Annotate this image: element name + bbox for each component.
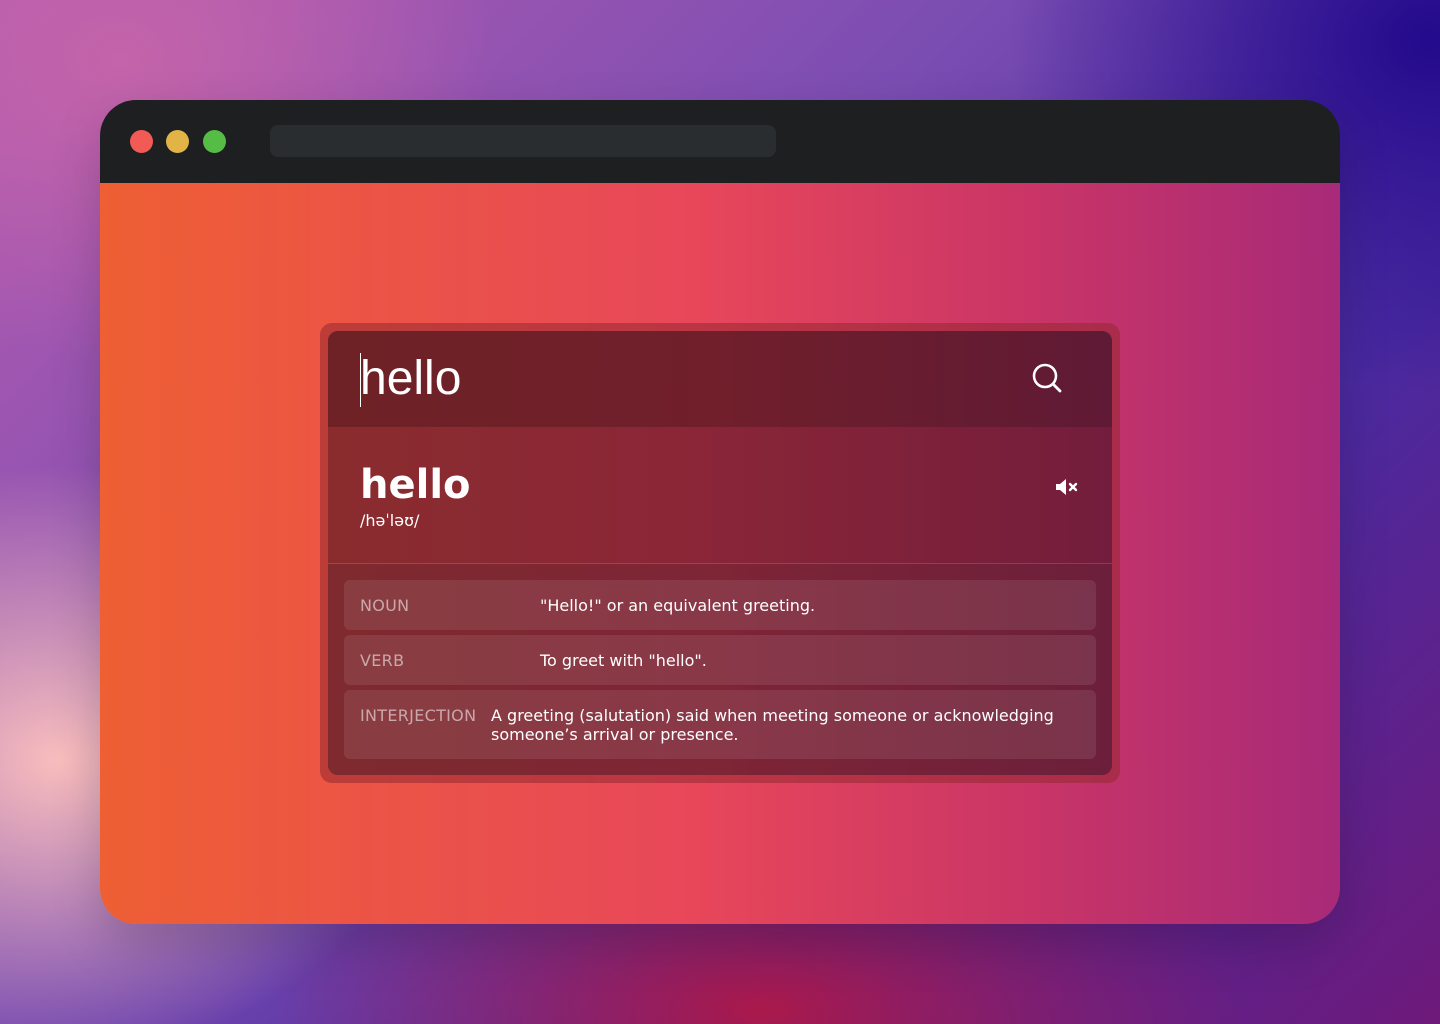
definition-text: A greeting (salutation) said when meetin…	[491, 706, 1054, 744]
word-title: hello	[360, 462, 471, 508]
phonetic-transcription: /həˈləʊ/	[360, 511, 420, 530]
window-titlebar	[100, 100, 1340, 183]
speaker-muted-icon[interactable]	[1052, 475, 1084, 499]
definition-row[interactable]: VERB To greet with "hello".	[344, 635, 1096, 685]
part-of-speech-label: VERB	[360, 651, 405, 670]
definition-text: To greet with "hello".	[540, 651, 707, 670]
dictionary-card: hello /həˈləʊ/ NOUN "Hello!" or an equiv…	[328, 331, 1112, 775]
search-input[interactable]	[360, 351, 960, 407]
address-bar[interactable]	[270, 125, 776, 157]
close-window-button[interactable]	[130, 130, 153, 153]
search-icon[interactable]	[1030, 361, 1064, 395]
dictionary-widget: hello /həˈləʊ/ NOUN "Hello!" or an equiv…	[320, 323, 1120, 783]
definition-text: "Hello!" or an equivalent greeting.	[540, 596, 816, 615]
definition-row[interactable]: NOUN "Hello!" or an equivalent greeting.	[344, 580, 1096, 630]
minimize-window-button[interactable]	[166, 130, 189, 153]
definitions-list: NOUN "Hello!" or an equivalent greeting.…	[328, 564, 1112, 775]
zoom-window-button[interactable]	[203, 130, 226, 153]
part-of-speech-label: INTERJECTION	[360, 706, 477, 725]
word-header: hello /həˈləʊ/	[328, 427, 1112, 564]
page-content: hello /həˈləʊ/ NOUN "Hello!" or an equiv…	[100, 183, 1340, 924]
search-bar	[328, 331, 1112, 427]
definition-row[interactable]: INTERJECTION A greeting (salutation) sai…	[344, 690, 1096, 759]
text-caret	[360, 353, 361, 407]
part-of-speech-label: NOUN	[360, 596, 410, 615]
browser-window: hello /həˈləʊ/ NOUN "Hello!" or an equiv…	[100, 100, 1340, 924]
